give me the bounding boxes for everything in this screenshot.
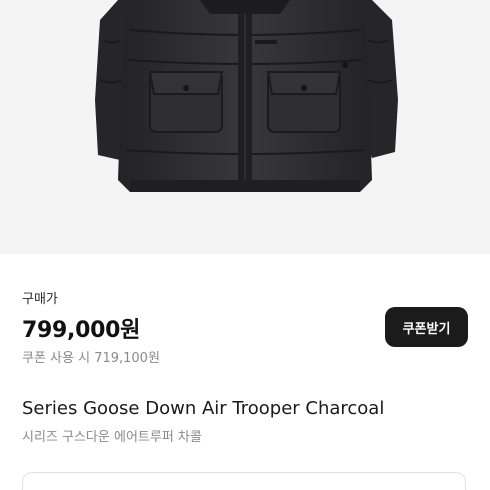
coupon-price: 쿠폰 사용 시 719,100원 (22, 351, 160, 366)
product-image[interactable] (0, 0, 490, 254)
price: 799,000원 (22, 318, 141, 343)
jacket-illustration (95, 0, 398, 192)
product-name-english: Series Goose Down Air Trooper Charcoal (22, 398, 385, 419)
price-label: 구매가 (22, 292, 58, 307)
option-select-box[interactable] (22, 472, 466, 490)
product-detail-page: 구매가 799,000원 쿠폰 사용 시 719,100원 쿠폰받기 Serie… (0, 0, 490, 490)
get-coupon-button[interactable]: 쿠폰받기 (385, 307, 468, 347)
product-name-korean: 시리즈 구스다운 에어트루퍼 차콜 (22, 430, 202, 445)
